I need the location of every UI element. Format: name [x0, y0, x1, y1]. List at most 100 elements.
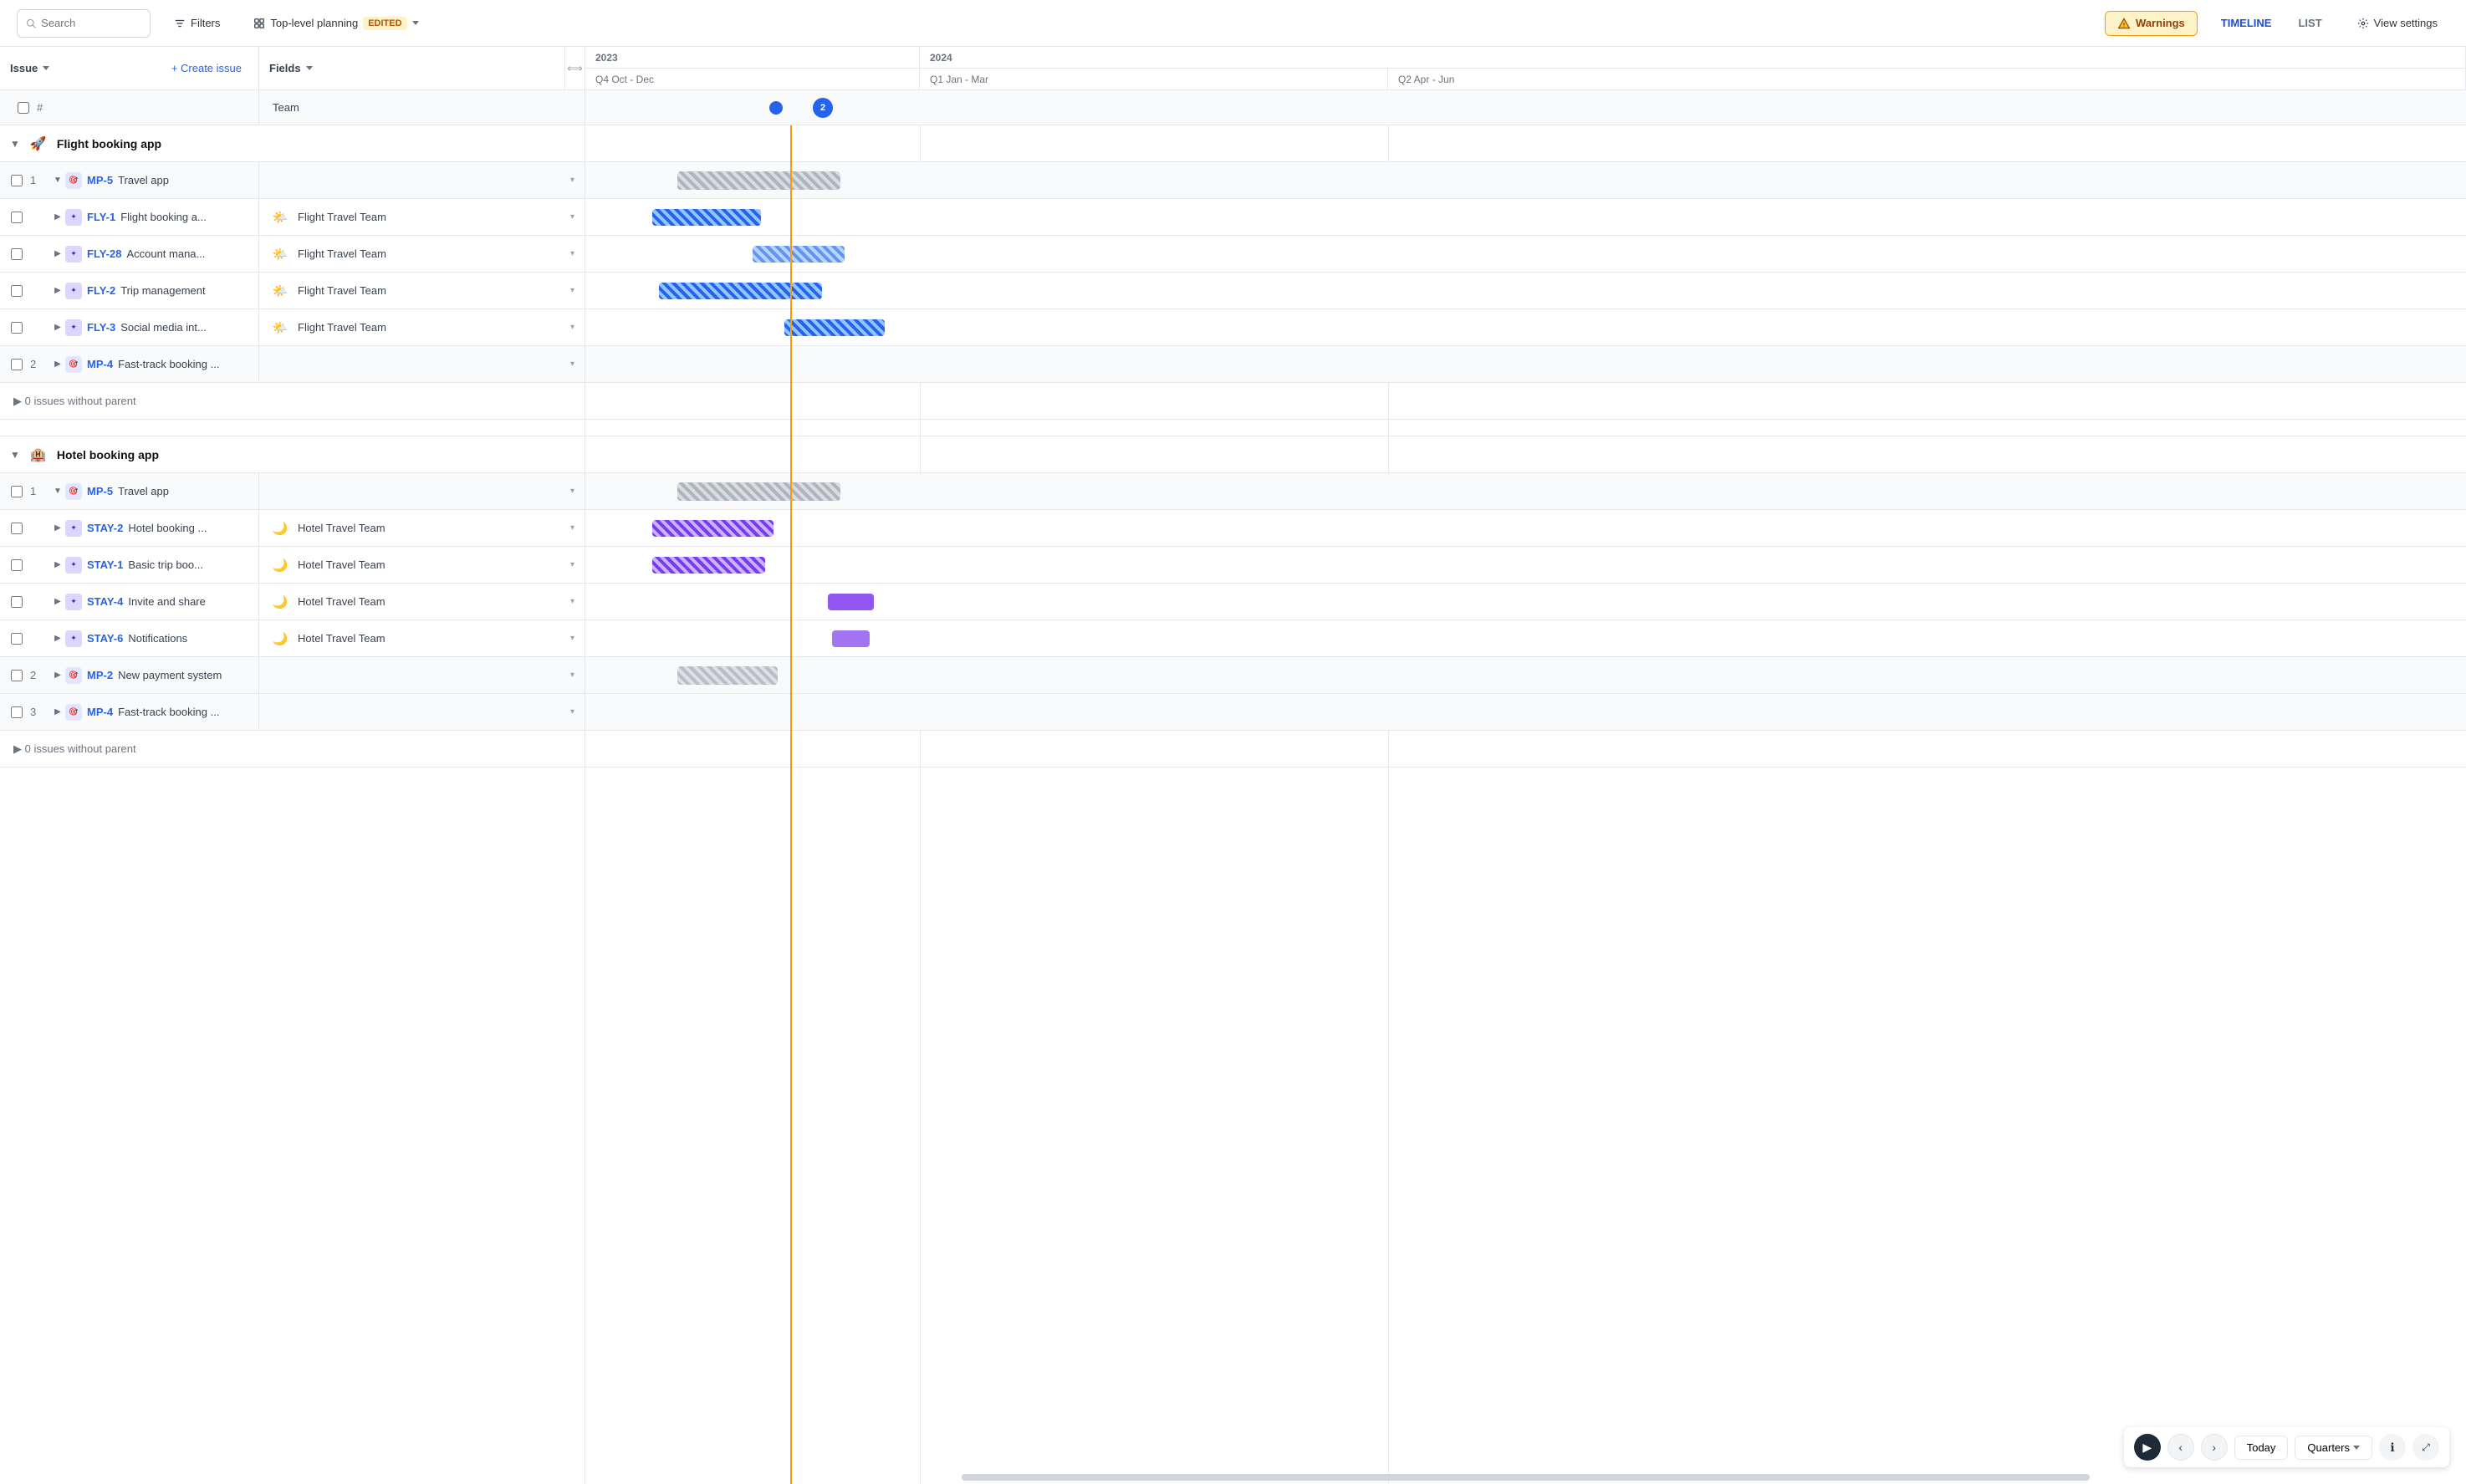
child-fly1-field: 🌤️ Flight Travel Team ▾	[259, 199, 585, 235]
parent-mp5-flight-expand[interactable]: ▼	[50, 176, 65, 185]
child-fly2-dropdown[interactable]: ▾	[570, 286, 574, 295]
bar-stay2[interactable]	[652, 520, 773, 537]
create-issue-button[interactable]: + Create issue	[171, 62, 248, 74]
child-fly28-id[interactable]: FLY-28	[87, 247, 121, 260]
child-stay4-id[interactable]: STAY-4	[87, 595, 123, 608]
bar-mp5-flight[interactable]	[677, 171, 840, 190]
bar-mp2-hotel[interactable]	[677, 666, 778, 685]
child-stay4-team-avatar: 🌙	[269, 591, 291, 613]
warnings-button[interactable]: Warnings	[2105, 11, 2198, 36]
resize-handle[interactable]: ⟺	[564, 47, 585, 89]
parent-mp4-hotel-checkbox[interactable]	[3, 706, 30, 718]
child-fly2-id[interactable]: FLY-2	[87, 284, 115, 297]
parent-mp4-flight-id[interactable]: MP-4	[87, 358, 113, 370]
child-fly3-dropdown[interactable]: ▾	[570, 323, 574, 332]
group-hotel-collapse[interactable]: ▼	[10, 449, 20, 461]
child-stay2-id[interactable]: STAY-2	[87, 522, 123, 534]
top-level-planning-button[interactable]: Top-level planning EDITED	[243, 12, 428, 35]
child-stay1-id[interactable]: STAY-1	[87, 558, 123, 571]
child-stay4-expand[interactable]: ▶	[50, 597, 65, 606]
child-stay6-checkbox[interactable]	[3, 633, 30, 645]
bar-fly28[interactable]	[753, 246, 845, 263]
nav-expand-button[interactable]: ▶	[2134, 1434, 2161, 1461]
parent-mp4-flight-dropdown[interactable]: ▾	[570, 360, 574, 369]
child-fly2-issue-cell: ▶ ✦ FLY-2 Trip management	[0, 273, 259, 309]
child-fly3-checkbox[interactable]	[3, 322, 30, 334]
nav-prev-button[interactable]: ‹	[2167, 1434, 2194, 1461]
parent-mp4-flight-num: 2	[30, 358, 50, 370]
parent-mp5-hotel-dropdown[interactable]: ▾	[570, 487, 574, 496]
child-fly3-team-name: Flight Travel Team	[298, 321, 386, 334]
parent-mp2-hotel-checkbox[interactable]	[3, 670, 30, 681]
child-fly1-checkbox[interactable]	[3, 212, 30, 223]
quarters-button[interactable]: Quarters	[2295, 1436, 2372, 1460]
gantt-row-parent-mp4-hotel	[585, 694, 2466, 731]
child-fly2-expand[interactable]: ▶	[50, 286, 65, 295]
child-fly1-id[interactable]: FLY-1	[87, 211, 115, 223]
child-fly3-expand[interactable]: ▶	[50, 323, 65, 332]
parent-mp2-hotel-id[interactable]: MP-2	[87, 669, 113, 681]
gantt-row-fly3	[585, 309, 2466, 346]
view-settings-button[interactable]: View settings	[2346, 12, 2449, 34]
bar-stay1[interactable]	[652, 557, 765, 574]
child-stay2-dropdown[interactable]: ▾	[570, 523, 574, 533]
fullscreen-button[interactable]: ⤢	[2412, 1434, 2439, 1461]
search-input[interactable]	[41, 17, 141, 29]
child-fly3-field: 🌤️ Flight Travel Team ▾	[259, 309, 585, 345]
child-stay6-expand[interactable]: ▶	[50, 634, 65, 643]
bar-mp5-hotel[interactable]	[677, 482, 840, 501]
select-all-checkbox[interactable]	[10, 102, 37, 114]
child-stay6-field: 🌙 Hotel Travel Team ▾	[259, 620, 585, 656]
parent-mp5-flight-id[interactable]: MP-5	[87, 174, 113, 186]
parent-mp5-flight-checkbox[interactable]	[3, 175, 30, 186]
bar-fly2[interactable]	[659, 283, 822, 299]
parent-mp5-flight-dropdown[interactable]: ▾	[570, 176, 574, 185]
today-button[interactable]: Today	[2234, 1436, 2289, 1460]
parent-mp2-hotel-dropdown[interactable]: ▾	[570, 671, 574, 680]
child-stay6-dropdown[interactable]: ▾	[570, 634, 574, 643]
gantt-scrollbar[interactable]	[962, 1474, 2090, 1481]
child-fly3-id[interactable]: FLY-3	[87, 321, 115, 334]
parent-mp4-hotel-id[interactable]: MP-4	[87, 706, 113, 718]
child-fly2-title: Trip management	[120, 284, 205, 297]
info-button[interactable]: ℹ	[2379, 1434, 2406, 1461]
child-stay6-id[interactable]: STAY-6	[87, 632, 123, 645]
parent-mp2-hotel-expand[interactable]: ▶	[50, 671, 65, 680]
parent-mp4-hotel: 3 ▶ 🎯 MP-4 Fast-track booking ... ▾	[0, 694, 585, 731]
parent-mp4-flight-checkbox[interactable]	[3, 359, 30, 370]
bar-fly3[interactable]	[784, 319, 885, 336]
bar-fly1[interactable]	[652, 209, 761, 226]
group-flight-collapse[interactable]: ▼	[10, 138, 20, 150]
list-tab[interactable]: LIST	[2285, 12, 2335, 34]
search-box[interactable]	[17, 9, 151, 38]
child-stay2-expand[interactable]: ▶	[50, 523, 65, 533]
child-fly1-team-name: Flight Travel Team	[298, 211, 386, 223]
parent-mp4-flight-expand[interactable]: ▶	[50, 360, 65, 369]
child-stay2-team-avatar: 🌙	[269, 518, 291, 539]
nav-next-button[interactable]: ›	[2201, 1434, 2228, 1461]
filters-button[interactable]: Filters	[164, 12, 230, 34]
child-fly28-expand[interactable]: ▶	[50, 249, 65, 258]
child-stay1-expand[interactable]: ▶	[50, 560, 65, 569]
parent-mp5-hotel-id[interactable]: MP-5	[87, 485, 113, 497]
parent-mp5-hotel-expand[interactable]: ▼	[50, 487, 65, 496]
child-stay1-checkbox[interactable]	[3, 559, 30, 571]
child-stay4-dropdown[interactable]: ▾	[570, 597, 574, 606]
child-fly1-expand[interactable]: ▶	[50, 212, 65, 222]
q4-quarter: Q4 Oct - Dec	[585, 69, 920, 89]
child-fly2: ▶ ✦ FLY-2 Trip management 🌤️ Flight Trav…	[0, 273, 585, 309]
bar-stay4[interactable]	[828, 594, 874, 610]
child-stay4-checkbox[interactable]	[3, 596, 30, 608]
child-stay1-dropdown[interactable]: ▾	[570, 560, 574, 569]
timeline-tab[interactable]: TIMELINE	[2208, 12, 2285, 34]
child-fly28-checkbox[interactable]	[3, 248, 30, 260]
child-fly28: ▶ ✦ FLY-28 Account mana... 🌤️ Flight Tra…	[0, 236, 585, 273]
child-fly1-dropdown[interactable]: ▾	[570, 212, 574, 222]
parent-mp4-hotel-expand[interactable]: ▶	[50, 707, 65, 717]
child-stay2-checkbox[interactable]	[3, 523, 30, 534]
parent-mp5-hotel-checkbox[interactable]	[3, 486, 30, 497]
parent-mp4-hotel-dropdown[interactable]: ▾	[570, 707, 574, 717]
bar-stay6[interactable]	[832, 630, 870, 647]
child-fly28-dropdown[interactable]: ▾	[570, 249, 574, 258]
child-fly2-checkbox[interactable]	[3, 285, 30, 297]
